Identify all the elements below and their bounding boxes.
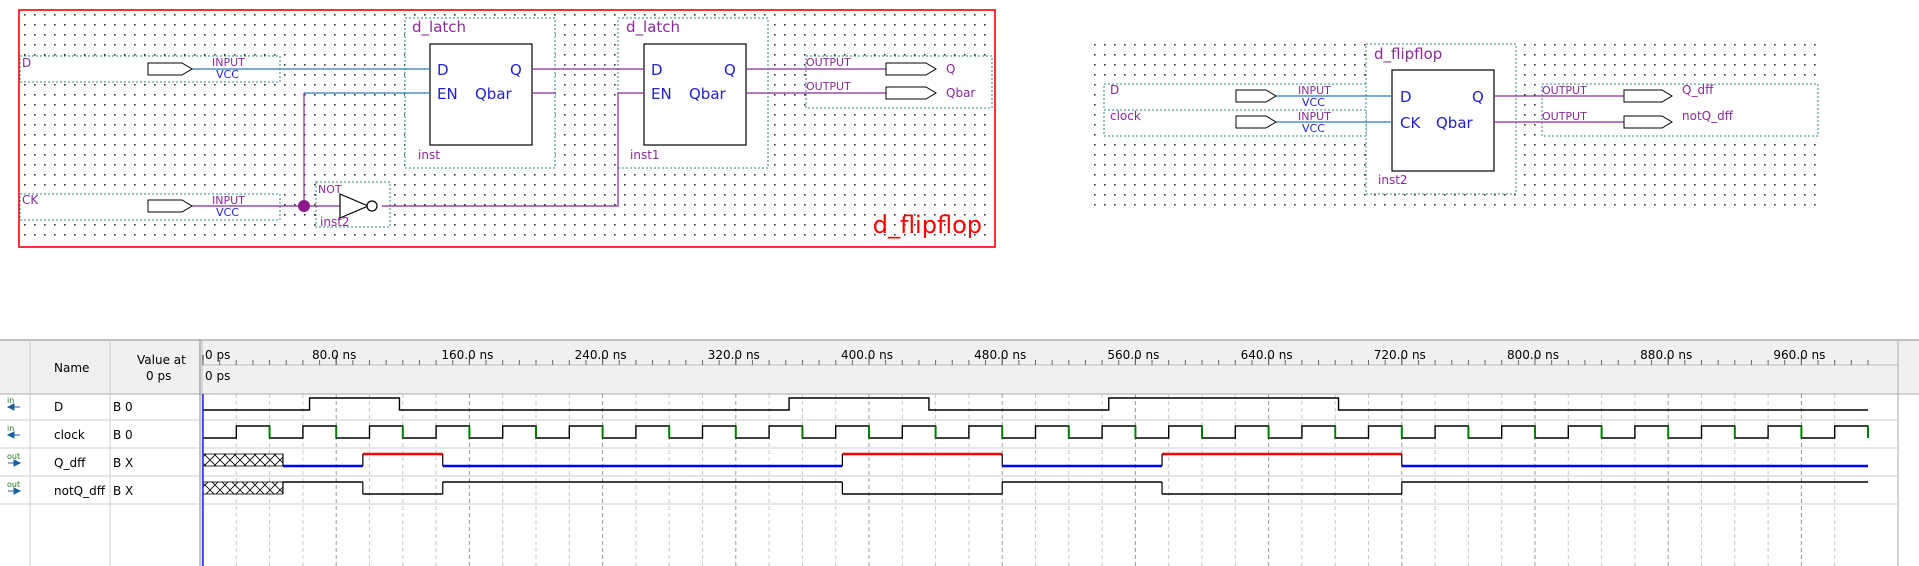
latch1-pin-en: EN [437,85,458,103]
dff-pin-d: D [1400,88,1412,106]
waveform-header [0,340,1919,394]
dff-pin-ck: CK [1400,114,1421,132]
time-tick-label: 80.0 ns [312,348,356,362]
signal-value: B 0 [113,400,133,414]
signal-dir: in [7,424,14,433]
latch2-pin-d: D [651,61,663,79]
output-qbar-type: OUTPUT [806,80,851,93]
top-output-q-type: OUTPUT [1542,84,1587,97]
top-output-q-name: Q_dff [1682,83,1714,97]
time-tick-label: 720.0 ns [1374,348,1426,362]
signal-value: B X [113,484,133,498]
input-d-name: D [22,56,31,70]
signal-name: D [54,400,63,414]
latch2-inst: inst1 [630,148,660,162]
input-ck-pin[interactable] [147,199,193,213]
top-output-q-pin[interactable] [1623,89,1673,103]
time-tick-label: 480.0 ns [974,348,1026,362]
signal-name: Q_dff [54,456,86,470]
time-tick-label: 880.0 ns [1640,348,1692,362]
top-input-clock-default: VCC [1302,122,1325,135]
latch2-pin-q: Q [724,61,736,79]
output-q-type: OUTPUT [806,56,851,69]
signal-dir: out [7,480,20,489]
latch1-title: d_latch [412,18,466,37]
flipflop-schematic: D INPUT VCC CK INPUT VCC d_latch D EN Q … [18,9,996,248]
top-output-qbar-pin[interactable] [1623,115,1673,129]
output-q-pin[interactable] [885,62,937,76]
input-d-default: VCC [216,68,239,81]
output-q-name: Q [946,62,955,76]
time-tick-label: 800.0 ns [1507,348,1559,362]
latch1-inst: inst [418,148,440,162]
top-level-schematic: d_flipflop D CK Q Qbar inst2 D INPUT VCC… [1088,40,1820,208]
time-tick-label: 0 ps [205,348,230,362]
col-name-header: Name [54,361,89,375]
input-d-pin[interactable] [147,62,193,76]
latch1-pin-q: Q [510,61,522,79]
dff-inst: inst2 [1378,173,1408,187]
not-gate-inst: inst2 [320,215,350,229]
time-tick-label: 560.0 ns [1107,348,1159,362]
junction-dot [298,200,310,212]
time-tick-label: 640.0 ns [1241,348,1293,362]
waveform-viewer: Name Value at 0 ps 0 ps 0 ps 80.0 ns 160.0… [0,339,1919,566]
time-tick-label: 160.0 ns [441,348,493,362]
time-tick-label: 400.0 ns [841,348,893,362]
top-input-d-name: D [1110,83,1119,97]
latch1-pin-d: D [437,61,449,79]
top-input-d-default: VCC [1302,96,1325,109]
output-qbar-pin[interactable] [885,86,937,100]
top-output-qbar-name: notQ_dff [1682,109,1734,123]
input-ck-default: VCC [216,206,239,219]
input-ck-name: CK [22,193,39,207]
time-tick-label: 960.0 ns [1773,348,1825,362]
wave-q-dff-unknown [202,453,284,467]
latch2-title: d_latch [626,18,680,37]
output-qbar-name: Qbar [946,86,975,100]
signal-dir: out [7,452,20,461]
top-input-clock-name: clock [1110,109,1141,123]
signal-value: B X [113,456,133,470]
dff-title: d_flipflop [1374,45,1442,64]
cursor-time-label: 0 ps [205,369,230,383]
time-tick-label: 240.0 ns [575,348,627,362]
top-output-qbar-type: OUTPUT [1542,110,1587,123]
signal-name: notQ_dff [54,484,106,498]
not-gate-bubble [366,200,378,212]
signal-dir: in [7,396,14,405]
dff-pin-q: Q [1472,88,1484,106]
not-gate-type: NOT [318,183,342,196]
dff-pin-qbar: Qbar [1436,114,1474,132]
signal-name: clock [54,428,85,442]
wave-notq-dff-unknown [202,481,284,495]
col-value-header: Value at [137,353,186,367]
latch1-pin-qbar: Qbar [475,85,513,103]
signal-value: B 0 [113,428,133,442]
group-label: d_flipflop [873,211,982,239]
latch2-pin-qbar: Qbar [689,85,727,103]
time-tick-label: 320.0 ns [708,348,760,362]
col-value-header-time: 0 ps [146,369,171,383]
latch2-pin-en: EN [651,85,672,103]
